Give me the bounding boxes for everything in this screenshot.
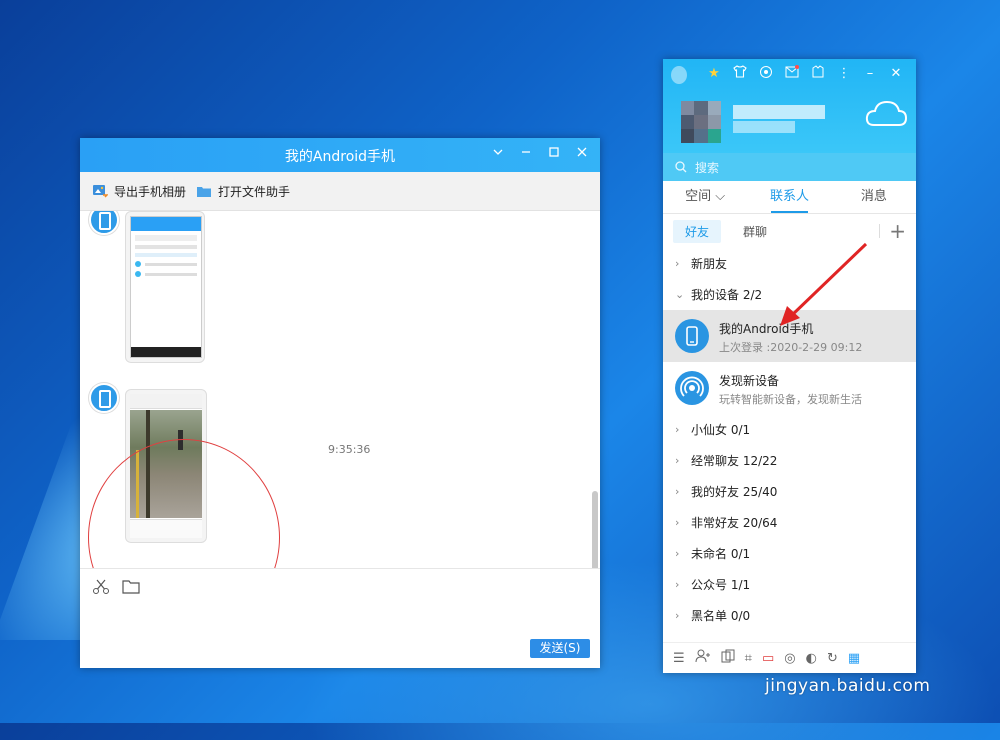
apps-icon[interactable]	[721, 649, 735, 667]
device-name: 发现新设备	[719, 374, 780, 388]
folder-icon[interactable]	[122, 579, 140, 594]
group-label: 新朋友	[691, 257, 728, 271]
group-item[interactable]: › 非常好友 20/64	[663, 507, 916, 538]
card-icon[interactable]: ▭	[762, 651, 774, 666]
message-image-1[interactable]	[125, 211, 205, 363]
subtab-friends[interactable]: 好友	[673, 219, 722, 243]
cloud-icon[interactable]	[864, 99, 908, 129]
nickname-blurred	[733, 105, 825, 119]
device-last-login: 上次登录 :2020-2-29 09:12	[719, 341, 863, 354]
phone-icon	[675, 319, 709, 353]
mail-icon[interactable]	[782, 65, 802, 83]
more-icon[interactable]: ⋮	[834, 65, 854, 83]
chevron-right-icon: ›	[675, 257, 680, 270]
device-avatar-icon	[89, 383, 119, 413]
chevron-right-icon: ›	[675, 516, 680, 529]
chevron-right-icon: ›	[675, 609, 680, 622]
group-label: 经常聊友 12/22	[691, 454, 778, 468]
bookmark-icon[interactable]: ⌗	[745, 651, 752, 666]
watermark: jingyan.baidu.com	[765, 676, 931, 696]
group-new-friends[interactable]: › 新朋友	[663, 248, 916, 279]
group-label: 非常好友 20/64	[691, 516, 778, 530]
send-button[interactable]: 发送(S)	[530, 639, 590, 658]
album-export-icon	[93, 185, 108, 198]
close-icon[interactable]	[572, 144, 592, 164]
add-icon[interactable]: +	[889, 219, 906, 243]
group-label: 黑名单 0/0	[691, 609, 751, 623]
contact-subtabs: 好友 群聊 +	[663, 214, 916, 248]
group-label: 公众号 1/1	[691, 578, 751, 592]
badge-icon[interactable]	[756, 65, 776, 83]
open-file-assistant-button[interactable]: 打开文件助手	[196, 183, 290, 200]
open-file-assistant-label: 打开文件助手	[218, 184, 291, 199]
tab-space[interactable]: 空间 ⌵	[663, 181, 747, 213]
search-placeholder: 搜索	[695, 160, 720, 175]
export-album-button[interactable]: 导出手机相册	[92, 183, 186, 200]
qq-header: ★ ⋮ – ✕	[663, 59, 916, 153]
chat-title-bar[interactable]: 我的Android手机	[80, 138, 600, 172]
red-circle-annotation	[88, 439, 280, 568]
chevron-right-icon: ›	[675, 454, 680, 467]
qq-logo-icon	[671, 66, 687, 84]
maximize-icon[interactable]	[544, 144, 564, 164]
qq-main-panel: ★ ⋮ – ✕ 搜索 空间 ⌵ 联系人 消息 好友 群聊 + › 新朋友 ⌄ 我…	[663, 59, 916, 673]
refresh-icon[interactable]: ↻	[827, 651, 838, 666]
chevron-down-icon: ⌄	[675, 288, 685, 301]
chat-toolbar: 导出手机相册 打开文件助手	[80, 172, 600, 211]
scissors-icon[interactable]	[92, 579, 110, 595]
chevron-right-icon: ›	[675, 485, 680, 498]
sound-icon[interactable]: ◐	[806, 651, 817, 666]
chevron-down-icon[interactable]	[488, 144, 508, 164]
device-discover-new[interactable]: 发现新设备 玩转智能新设备，发现新生活	[663, 362, 916, 414]
device-description: 玩转智能新设备，发现新生活	[719, 393, 862, 406]
grid-icon[interactable]: ▦	[848, 651, 860, 666]
group-label: 我的好友 25/40	[691, 485, 778, 499]
group-label: 我的设备 2/2	[691, 288, 763, 302]
group-item[interactable]: › 公众号 1/1	[663, 569, 916, 600]
device-name: 我的Android手机	[719, 322, 814, 336]
chevron-right-icon: ›	[675, 423, 680, 436]
shirt-icon[interactable]	[730, 65, 750, 83]
group-item[interactable]: › 未命名 0/1	[663, 538, 916, 569]
search-icon	[675, 161, 687, 173]
music-icon[interactable]: ◎	[784, 651, 795, 666]
chat-input-area[interactable]: 发送(S)	[80, 568, 600, 668]
device-avatar-icon	[89, 211, 119, 235]
device-android-phone[interactable]: 我的Android手机 上次登录 :2020-2-29 09:12	[663, 310, 916, 362]
export-album-label: 导出手机相册	[114, 184, 187, 199]
subtab-groups[interactable]: 群聊	[731, 220, 779, 243]
group-item[interactable]: › 经常聊友 12/22	[663, 445, 916, 476]
minimize-icon[interactable]	[516, 144, 536, 164]
main-tabs: 空间 ⌵ 联系人 消息	[663, 181, 916, 214]
menu-icon[interactable]: ☰	[673, 651, 685, 666]
folder-icon	[197, 186, 212, 197]
divider	[879, 224, 880, 238]
group-item[interactable]: › 我的好友 25/40	[663, 476, 916, 507]
avatar[interactable]	[681, 101, 721, 143]
add-contact-icon[interactable]	[695, 649, 711, 667]
star-icon[interactable]: ★	[704, 65, 724, 83]
wireless-icon	[675, 371, 709, 405]
group-label: 小仙女 0/1	[691, 423, 751, 437]
close-icon[interactable]: ✕	[886, 65, 906, 83]
tab-contacts[interactable]: 联系人	[747, 181, 831, 213]
group-label: 未命名 0/1	[691, 547, 751, 561]
message-timestamp: 9:35:36	[328, 443, 371, 456]
group-item[interactable]: › 小仙女 0/1	[663, 414, 916, 445]
theme-icon[interactable]	[808, 65, 828, 83]
group-my-devices[interactable]: ⌄ 我的设备 2/2	[663, 279, 916, 310]
qq-bottom-toolbar: ☰ ⌗ ▭ ◎ ◐ ↻ ▦	[663, 642, 916, 673]
search-bar[interactable]: 搜索	[663, 153, 916, 181]
signature-blurred	[733, 121, 795, 133]
chevron-right-icon: ›	[675, 547, 680, 560]
chat-message-area[interactable]: 9:35:36	[80, 211, 600, 568]
tab-messages[interactable]: 消息	[832, 181, 916, 213]
chat-scrollbar[interactable]	[592, 491, 598, 568]
chevron-right-icon: ›	[675, 578, 680, 591]
chat-window: 我的Android手机 导出手机相册 打开文件助手 9:35:36 发送(S)	[80, 138, 600, 668]
minimize-icon[interactable]: –	[860, 65, 880, 83]
group-item[interactable]: › 黑名单 0/0	[663, 600, 916, 631]
